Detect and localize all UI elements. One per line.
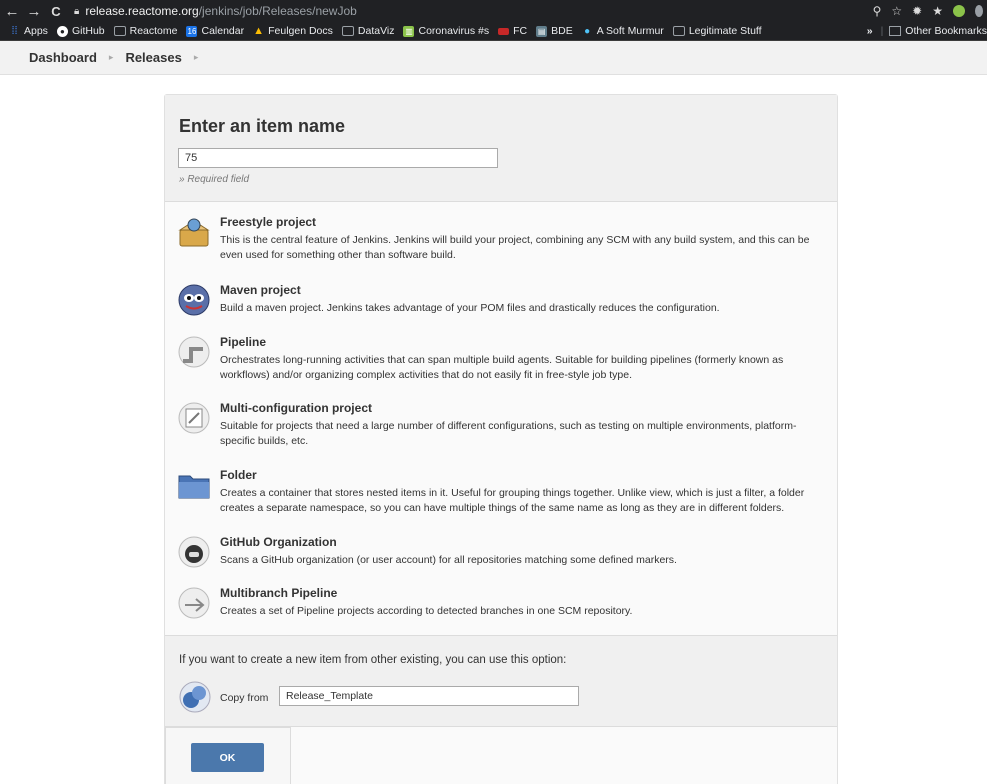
item-type-title: Freestyle project	[220, 215, 317, 229]
item-type-description: Orchestrates long-running activities tha…	[220, 354, 784, 381]
back-icon[interactable]: ←	[2, 3, 22, 20]
ok-button-container: OK	[165, 727, 291, 784]
bookmark-bde[interactable]: ▤ BDE	[536, 25, 573, 37]
breadcrumb-releases[interactable]: Releases	[125, 50, 181, 65]
reload-icon[interactable]: C	[46, 4, 66, 19]
copy-from-section: If you want to create a new item from ot…	[165, 635, 837, 727]
extension-puzzle-icon[interactable]: ★	[932, 4, 943, 18]
lock-icon: 🔒︎	[74, 5, 80, 17]
screen: ← → C 🔒︎ release.reactome.org/jenkins/jo…	[0, 0, 987, 784]
flag-icon	[498, 27, 510, 35]
item-type-title: Multi-configuration project	[220, 401, 372, 415]
chevron-right-icon[interactable]: ▸	[194, 52, 199, 63]
item-name-input[interactable]	[178, 148, 498, 168]
zoom-icon[interactable]: ⚲	[873, 4, 882, 18]
bookmark-dataviz[interactable]: DataViz	[341, 25, 394, 37]
github-organization-icon	[178, 536, 210, 568]
bookmark-coronavirus[interactable]: ▥ Coronavirus #s	[403, 25, 489, 37]
droplet-icon: ●	[584, 25, 591, 37]
folder-icon	[341, 26, 354, 36]
chart-icon: ▥	[403, 25, 415, 37]
breadcrumb: Dashboard ▸ Releases ▸	[0, 41, 987, 75]
item-type-description: Suitable for projects that need a large …	[220, 420, 797, 447]
multi-configuration-icon	[178, 402, 210, 434]
url-field[interactable]: 🔒︎ release.reactome.org/jenkins/job/Rele…	[74, 4, 357, 18]
item-type-title: GitHub Organization	[220, 535, 337, 549]
url-path: /jenkins/job/Releases/newJob	[198, 4, 357, 18]
multibranch-pipeline-icon	[178, 587, 210, 619]
copy-from-input[interactable]	[279, 686, 579, 706]
other-bookmarks[interactable]: Other Bookmarks	[905, 25, 987, 37]
toolbar-icons: ⚲ ☆ ✹ ★	[873, 0, 983, 22]
chevron-right-icon: ▸	[108, 52, 114, 62]
page-title: Enter an item name	[179, 116, 346, 136]
folder-icon	[178, 475, 210, 499]
item-type-description: This is the central feature of Jenkins. …	[220, 234, 810, 261]
star-icon[interactable]: ☆	[891, 4, 902, 18]
bookmark-fc[interactable]: FC	[498, 25, 527, 37]
bookmark-feulgen-docs[interactable]: ▲ Feulgen Docs	[253, 25, 333, 37]
url-host: release.reactome.org	[85, 4, 199, 18]
bookmark-github[interactable]: ● GitHub	[56, 25, 105, 37]
forward-icon[interactable]: →	[24, 3, 44, 20]
drive-icon: ▲	[253, 24, 265, 37]
item-type-description: Build a maven project. Jenkins takes adv…	[220, 302, 720, 314]
freestyle-project-icon	[178, 218, 210, 247]
item-type-description: Creates a set of Pipeline projects accor…	[220, 605, 633, 617]
calendar-icon: 16	[186, 25, 198, 37]
item-type-title: Pipeline	[220, 335, 267, 349]
bookmarks-overflow: » | Other Bookmarks	[860, 22, 987, 40]
new-item-panel: Enter an item name » Required field Free…	[164, 94, 838, 784]
item-type-description: Scans a GitHub organization (or user acc…	[220, 554, 677, 566]
document-icon: ▤	[536, 25, 548, 37]
apps-grid-icon: ⁞⁞	[11, 24, 18, 37]
bookmark-soft-murmur[interactable]: ● A Soft Murmur	[582, 25, 664, 37]
bookmarks-overflow-button[interactable]: »	[867, 25, 873, 37]
item-name-section: Enter an item name » Required field	[165, 95, 837, 202]
item-type-description: Creates a container that stores nested i…	[220, 487, 805, 514]
item-type-title: Multibranch Pipeline	[220, 586, 338, 600]
copy-from-label: Copy from	[220, 692, 269, 704]
bookmark-legitimate-stuff[interactable]: Legitimate Stuff	[672, 25, 762, 37]
extension-gear-icon[interactable]: ✹	[912, 4, 922, 18]
folder-icon	[113, 26, 126, 36]
required-note: » Required field	[179, 174, 250, 185]
bookmarks-bar: ⁞⁞ Apps ● GitHub Reactome 16 Calendar ▲ Feul…	[0, 22, 987, 41]
divider: |	[880, 25, 884, 37]
extension-icon[interactable]	[975, 5, 983, 17]
bookmark-apps[interactable]: ⁞⁞ Apps	[9, 25, 48, 37]
bookmark-reactome[interactable]: Reactome	[113, 25, 177, 37]
ok-button[interactable]: OK	[191, 743, 264, 772]
folder-icon	[889, 26, 902, 36]
folder-icon	[672, 26, 685, 36]
maven-project-icon	[178, 284, 210, 316]
bookmark-calendar[interactable]: 16 Calendar	[186, 25, 244, 37]
item-type-title: Maven project	[220, 283, 301, 297]
copy-hint: If you want to create a new item from ot…	[179, 654, 567, 666]
github-icon: ●	[56, 25, 68, 37]
breadcrumb-dashboard[interactable]: Dashboard	[29, 50, 97, 65]
copy-icon	[179, 681, 211, 713]
pipeline-icon	[178, 336, 210, 368]
browser-address-bar: ← → C 🔒︎ release.reactome.org/jenkins/jo…	[0, 0, 987, 22]
item-type-title: Folder	[220, 468, 257, 482]
profile-icon[interactable]	[953, 5, 965, 17]
